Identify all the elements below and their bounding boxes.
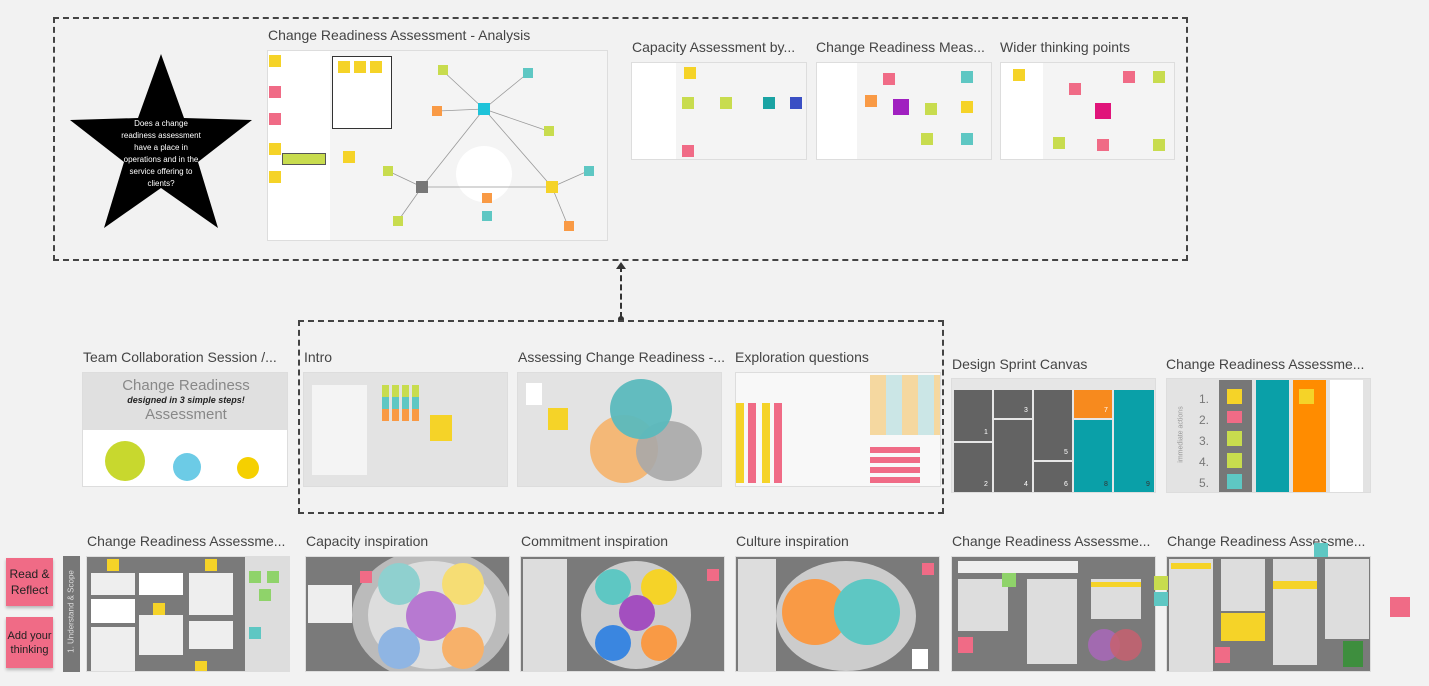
frame-thumbnail-exploration[interactable] bbox=[735, 372, 941, 487]
frame-thumbnail-assessing[interactable] bbox=[517, 372, 722, 487]
canvas-number: 7 bbox=[1104, 407, 1108, 414]
frame-thumbnail-immediate-actions[interactable]: immediate actions 1. 2. 3. 4. 5. bbox=[1166, 378, 1371, 493]
floating-sticky[interactable] bbox=[1390, 597, 1410, 617]
frame-thumbnail-team-collab[interactable]: Change Readiness designed in 3 simple st… bbox=[82, 372, 288, 487]
frame-title[interactable]: Intro bbox=[304, 349, 332, 365]
frame-title[interactable]: Change Readiness Assessment - Analysis bbox=[268, 27, 530, 43]
thumbnail-subheading: designed in 3 simple steps! bbox=[127, 395, 245, 405]
canvas-number: 2 bbox=[984, 481, 988, 488]
frame-title[interactable]: Change Readiness Assessme... bbox=[1167, 533, 1365, 549]
stage-label: 1. Understand & Scope bbox=[66, 570, 76, 653]
frame-thumbnail-measure[interactable] bbox=[816, 62, 992, 160]
canvas-number: 1 bbox=[984, 429, 988, 436]
canvas-number: 6 bbox=[1064, 481, 1068, 488]
arrow-up-icon bbox=[616, 262, 626, 269]
canvas-number: 5 bbox=[1064, 449, 1068, 456]
frame-title[interactable]: Team Collaboration Session /... bbox=[83, 349, 277, 365]
frame-title[interactable]: Commitment inspiration bbox=[521, 533, 668, 549]
frame-thumbnail-bottom-6[interactable] bbox=[1166, 556, 1371, 672]
frame-title[interactable]: Exploration questions bbox=[735, 349, 869, 365]
frame-title[interactable]: Assessing Change Readiness -... bbox=[518, 349, 725, 365]
floating-sticky[interactable] bbox=[1154, 576, 1168, 590]
frame-thumbnail-bottom-5[interactable] bbox=[951, 556, 1156, 672]
frame-thumbnail-capacity-inspiration[interactable] bbox=[305, 556, 510, 672]
floating-sticky[interactable] bbox=[1154, 592, 1168, 606]
canvas-number: 3 bbox=[1024, 407, 1028, 414]
frame-title[interactable]: Wider thinking points bbox=[1000, 39, 1130, 55]
frame-thumbnail-capacity[interactable] bbox=[631, 62, 807, 160]
action-numbers: 1. 2. 3. 4. 5. bbox=[1199, 392, 1210, 490]
side-label: immediate actions bbox=[1177, 406, 1185, 463]
frame-title[interactable]: Change Readiness Meas... bbox=[816, 39, 985, 55]
connector-line[interactable] bbox=[620, 266, 622, 318]
frame-title[interactable]: Capacity Assessment by... bbox=[632, 39, 795, 55]
add-thinking-sticky[interactable]: Add your thinking bbox=[6, 617, 53, 668]
canvas-number: 4 bbox=[1024, 481, 1028, 488]
read-reflect-sticky[interactable]: Read & Reflect bbox=[6, 558, 53, 606]
frame-title[interactable]: Change Readiness Assessme... bbox=[87, 533, 285, 549]
frame-thumbnail-wider[interactable] bbox=[1000, 62, 1175, 160]
frame-thumbnail-intro[interactable] bbox=[303, 372, 508, 487]
frame-thumbnail-commitment-inspiration[interactable] bbox=[520, 556, 725, 672]
thumbnail-heading: Change Readiness bbox=[122, 377, 250, 394]
canvas-number: 9 bbox=[1146, 481, 1150, 488]
frame-thumbnail-culture-inspiration[interactable] bbox=[735, 556, 940, 672]
canvas-number: 8 bbox=[1104, 481, 1108, 488]
frame-title[interactable]: Change Readiness Assessme... bbox=[1166, 356, 1364, 372]
frame-title[interactable]: Design Sprint Canvas bbox=[952, 356, 1087, 372]
frame-thumbnail-design-sprint[interactable]: 1 2 3 4 5 6 7 8 9 bbox=[951, 378, 1156, 493]
frame-thumbnail-bottom-1[interactable] bbox=[86, 556, 290, 672]
thumbnail-heading-2: Assessment bbox=[145, 406, 227, 423]
floating-sticky[interactable] bbox=[1314, 543, 1328, 557]
frame-title[interactable]: Change Readiness Assessme... bbox=[952, 533, 1150, 549]
frame-title[interactable]: Capacity inspiration bbox=[306, 533, 428, 549]
frame-thumbnail-analysis[interactable] bbox=[267, 50, 608, 241]
star-text: Does a change readiness assessment have … bbox=[121, 119, 201, 188]
frame-title[interactable]: Culture inspiration bbox=[736, 533, 849, 549]
